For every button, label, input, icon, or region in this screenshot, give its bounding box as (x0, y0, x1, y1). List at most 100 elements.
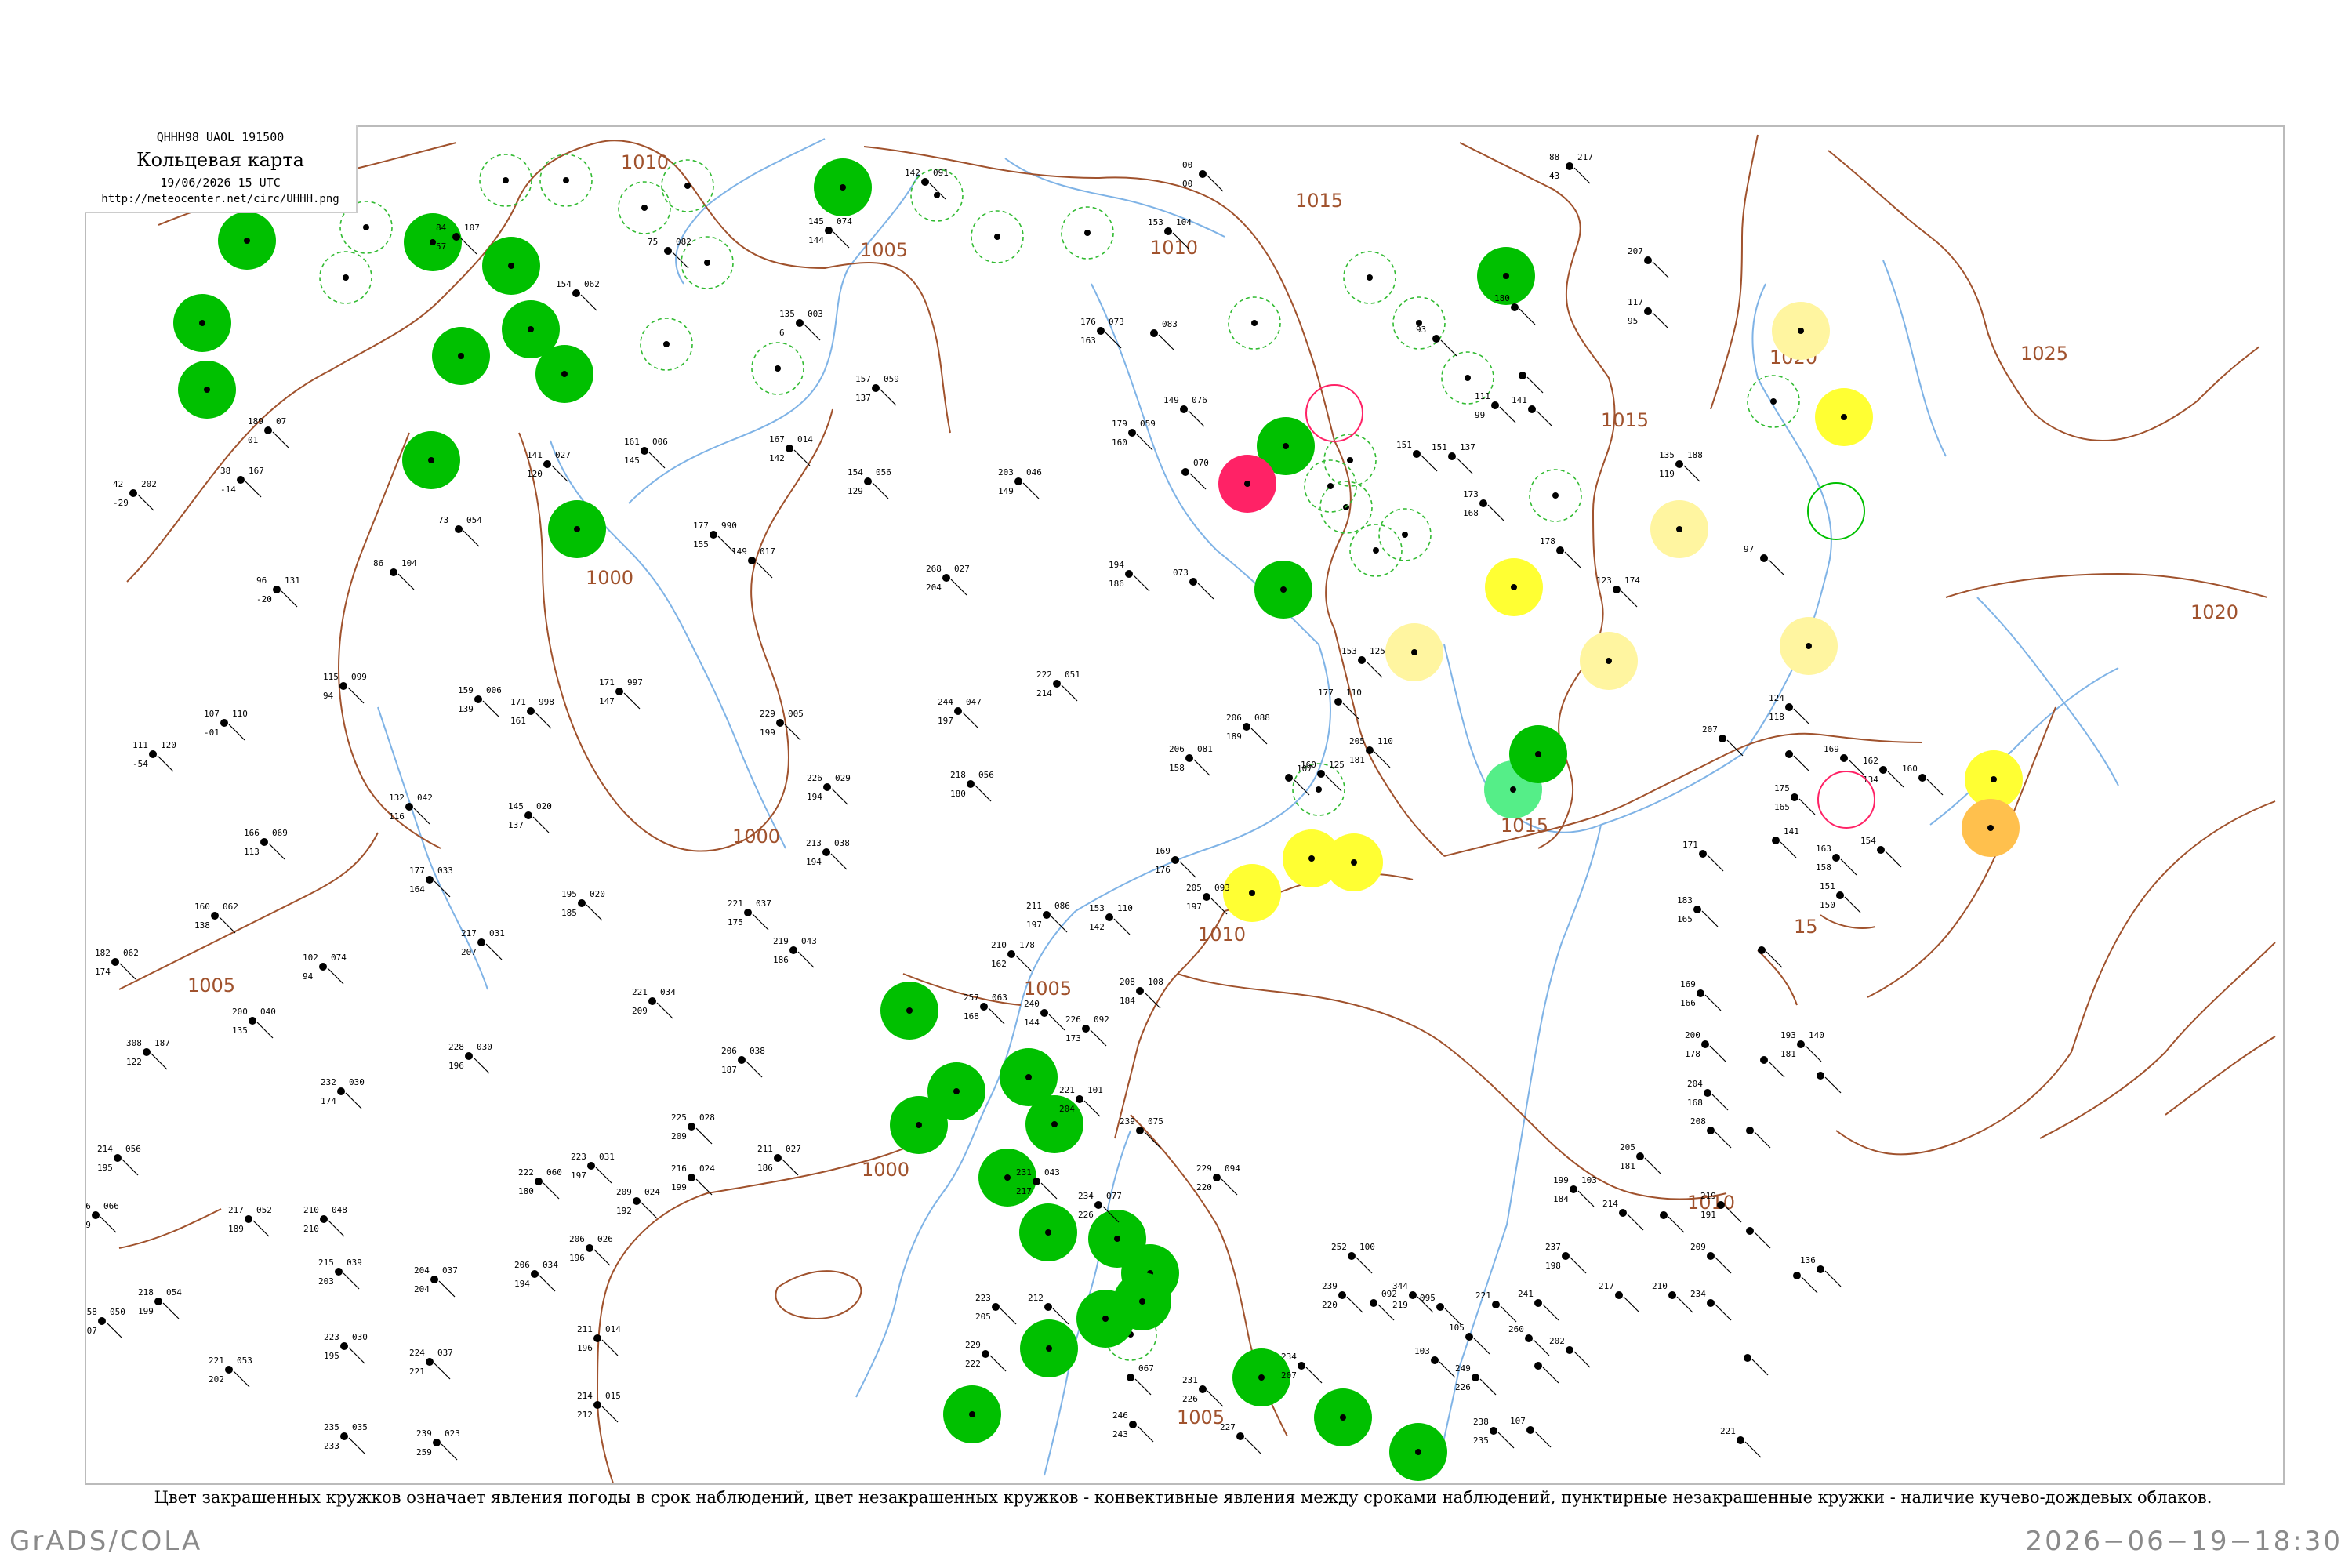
pressure-value: 088 (1254, 713, 1270, 723)
station-dot (1180, 405, 1188, 413)
station-dot (1327, 483, 1334, 489)
dewpoint-value: 184 (1553, 1194, 1569, 1204)
station-dot (244, 238, 250, 244)
dewpoint-value: 162 (991, 959, 1007, 969)
station-dot (574, 526, 580, 532)
temperature-value: 206 (1169, 744, 1185, 754)
dewpoint-value: 135 (232, 1025, 248, 1036)
dewpoint-value: 226 (1182, 1394, 1198, 1404)
wind-barb (1500, 1305, 1517, 1323)
temperature-value: 257 (964, 993, 979, 1003)
dewpoint-value: 129 (848, 486, 863, 496)
dewpoint-value: 197 (571, 1171, 586, 1181)
temperature-value: 210 (1652, 1281, 1668, 1291)
dewpoint-value: 180 (518, 1186, 534, 1196)
temperature-value: 153 (1148, 217, 1163, 227)
wind-barb (482, 700, 499, 717)
temperature-value: 200 (1685, 1030, 1700, 1040)
temperature-value: 179 (1112, 419, 1127, 429)
dewpoint-value: 194 (806, 857, 822, 867)
temperature-value: 177 (409, 866, 425, 876)
dewpoint-value: 235 (1473, 1436, 1489, 1446)
pressure-value: 020 (590, 889, 605, 899)
pressure-value: 066 (103, 1201, 119, 1211)
station-dot (954, 707, 962, 715)
station-dot (503, 177, 509, 183)
temperature-value: 234 (1078, 1191, 1094, 1201)
wind-barb (1048, 1014, 1065, 1031)
station-dot (1534, 1362, 1542, 1370)
wind-barb (245, 481, 262, 498)
station-dot (528, 326, 534, 332)
wind-barb (601, 1406, 619, 1423)
station-dot (1668, 1291, 1676, 1299)
temperature-value: 206 (569, 1234, 585, 1244)
temperature-value: 221 (1059, 1085, 1075, 1095)
dewpoint-value: 189 (1226, 731, 1242, 742)
temperature-value: 182 (95, 948, 111, 958)
map-title: Кольцевая карта (136, 149, 304, 171)
wind-barb (1801, 1276, 1818, 1294)
wind-barb (1704, 994, 1722, 1011)
isobar-line (1835, 800, 2276, 1156)
wind-barb (593, 1249, 611, 1266)
temperature-value: 206 (1226, 713, 1242, 723)
station-dot (1758, 946, 1766, 954)
temperature-value: 141 (1512, 395, 1527, 405)
dewpoint-value: 226 (1455, 1382, 1471, 1392)
wind-barb (672, 252, 689, 269)
convective-rings-layer (1305, 384, 1875, 829)
temperature-value: 132 (389, 793, 405, 803)
pressure-value: 039 (347, 1258, 362, 1268)
station-dot (1402, 532, 1408, 538)
dewpoint-value: 185 (561, 908, 577, 918)
pressure-value: 034 (660, 987, 676, 997)
wind-barb (434, 880, 451, 898)
wind-barb (347, 687, 365, 704)
station-dot (1511, 584, 1517, 590)
temperature-value: 169 (1680, 979, 1696, 989)
map-area[interactable]: 1010100510101015101510201025102010001000… (85, 125, 2285, 1485)
station-dot (335, 1268, 343, 1276)
temperature-value: 234 (1690, 1289, 1706, 1299)
pressure-value: 059 (1140, 419, 1156, 429)
dewpoint-value: 94 (323, 691, 334, 701)
station-dot (1879, 766, 1887, 774)
station-dot (587, 1162, 595, 1170)
temperature-value: 205 (1620, 1142, 1635, 1152)
pressure-value: 099 (351, 672, 367, 682)
wind-barb (580, 294, 597, 311)
dewpoint-value: 199 (671, 1182, 687, 1192)
station-dot (111, 958, 119, 966)
pressure-value: 037 (756, 898, 771, 909)
wind-barb (1570, 1257, 1587, 1274)
wind-barb (1439, 1361, 1456, 1378)
wind-barb (1022, 482, 1040, 499)
dewpoint-value: 145 (624, 456, 640, 466)
wind-barb (1542, 1367, 1559, 1384)
pressure-value: 030 (352, 1332, 368, 1342)
dewpoint-value: 139 (458, 704, 474, 714)
station-dot (1249, 890, 1255, 896)
dewpoint-value: 144 (808, 235, 824, 245)
station-dot (1308, 855, 1315, 862)
dewpoint-value: 165 (1677, 914, 1693, 924)
pressure-value: 125 (1329, 760, 1345, 770)
wind-barb (695, 1127, 713, 1145)
station-dot (1472, 1374, 1479, 1381)
wind-barb (1456, 457, 1473, 474)
station-dot (688, 1123, 695, 1131)
dewpoint-value: 164 (409, 884, 425, 895)
pressure-value: 051 (1065, 670, 1080, 680)
station-dot (774, 1154, 782, 1162)
temperature-value: 169 (1824, 744, 1839, 754)
wind-barb (1668, 1216, 1685, 1233)
temperature-value: 217 (228, 1205, 244, 1215)
station-dot (1636, 1152, 1644, 1160)
temperature-value: 207 (1628, 246, 1643, 256)
pressure-value: 029 (835, 773, 851, 783)
wind-barb (1766, 951, 1783, 968)
station-dot (1744, 1354, 1751, 1362)
station-dot (1772, 837, 1780, 844)
dewpoint-value: 180 (950, 789, 966, 799)
